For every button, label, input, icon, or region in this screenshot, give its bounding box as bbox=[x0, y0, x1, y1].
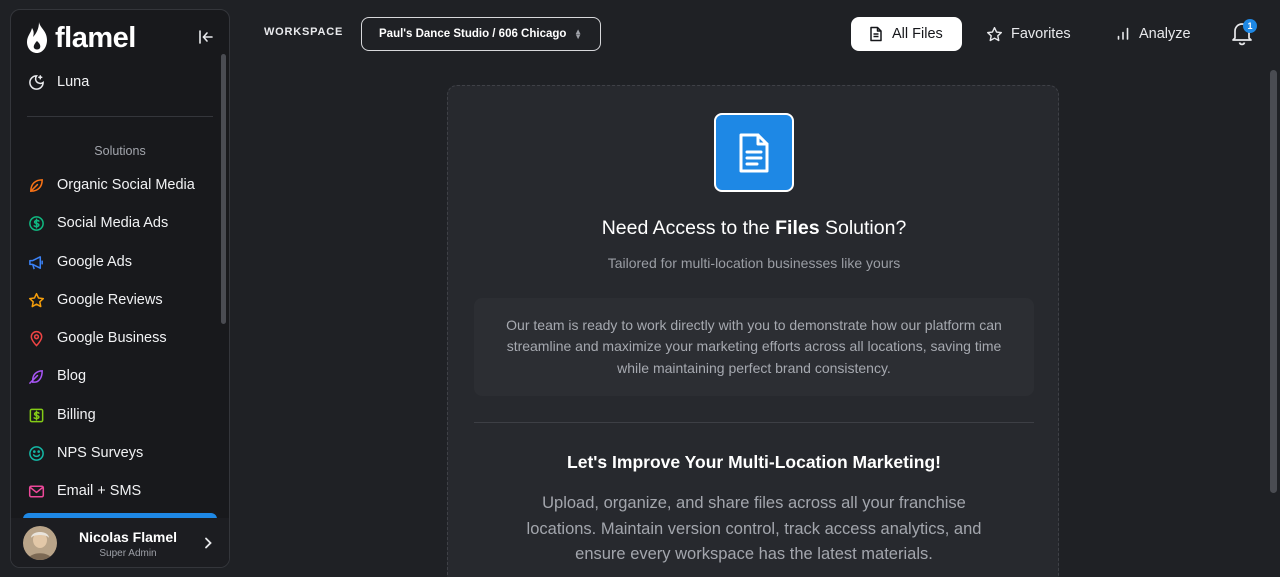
smile-icon bbox=[27, 444, 45, 462]
user-role: Super Admin bbox=[99, 548, 157, 559]
sidebar-item-google-reviews[interactable]: Google Reviews bbox=[27, 286, 217, 314]
sidebar-scrollbar[interactable] bbox=[221, 54, 226, 324]
sidebar-item-label: Blog bbox=[57, 368, 87, 384]
sidebar-item-label: Email + SMS bbox=[57, 483, 142, 499]
sidebar: flamel Luna Solutions Organic Social Med… bbox=[10, 9, 230, 568]
section-label-solutions: Solutions bbox=[94, 144, 146, 158]
app-root: flamel Luna Solutions Organic Social Med… bbox=[0, 0, 1280, 577]
sidebar-item-label: Google Reviews bbox=[57, 292, 163, 308]
sidebar-item-social-media-ads[interactable]: Social Media Ads bbox=[27, 209, 217, 237]
sidebar-item-label: NPS Surveys bbox=[57, 445, 144, 461]
sidebar-item-billing[interactable]: Billing bbox=[27, 401, 217, 429]
chevron-right-icon bbox=[205, 537, 212, 549]
workspace-value: Paul's Dance Studio / 606 Chicago bbox=[379, 28, 567, 40]
file-text-icon bbox=[870, 26, 882, 42]
card-divider bbox=[474, 422, 1034, 423]
workspace-select[interactable]: Paul's Dance Studio / 606 Chicago ▲ ▼ bbox=[361, 17, 601, 51]
sidebar-item-blog[interactable]: Blog bbox=[27, 362, 217, 390]
all-files-label: All Files bbox=[892, 26, 943, 42]
analyze-button[interactable]: Analyze bbox=[1106, 17, 1210, 51]
bar-chart-icon bbox=[1117, 27, 1129, 40]
collapse-sidebar-button[interactable] bbox=[195, 26, 217, 48]
sidebar-item-nps-surveys[interactable]: NPS Surveys bbox=[27, 439, 217, 467]
sidebar-item-google-business[interactable]: Google Business bbox=[27, 324, 217, 352]
sidebar-item-label: Organic Social Media bbox=[57, 177, 195, 193]
dollar-square-icon bbox=[27, 406, 45, 424]
sidebar-item-google-ads[interactable]: Google Ads bbox=[27, 248, 217, 276]
user-profile-card[interactable]: Nicolas Flamel Super Admin bbox=[11, 518, 229, 567]
cta-body: Upload, organize, and share files across… bbox=[526, 494, 982, 563]
info-box: Our team is ready to work directly with … bbox=[474, 298, 1034, 396]
sidebar-item-label: Google Business bbox=[57, 330, 167, 346]
user-name: Nicolas Flamel bbox=[78, 529, 178, 545]
page-scrollbar[interactable] bbox=[1270, 70, 1277, 493]
avatar bbox=[23, 526, 57, 560]
leaf-icon bbox=[27, 176, 45, 194]
file-text-icon bbox=[739, 133, 769, 172]
sidebar-item-label: Billing bbox=[57, 407, 96, 423]
access-request-card: Need Access to the Files Solution? Tailo… bbox=[447, 85, 1059, 577]
sidebar-item-email-sms[interactable]: Email + SMS bbox=[27, 477, 217, 505]
sidebar-item-label: Google Ads bbox=[57, 254, 132, 270]
star-icon bbox=[27, 291, 45, 309]
flame-logo-icon bbox=[27, 22, 47, 53]
card-headline: Need Access to the Files Solution? bbox=[601, 217, 907, 239]
moon-star-icon bbox=[27, 73, 45, 91]
notification-badge: 1 bbox=[1243, 19, 1257, 33]
star-icon bbox=[986, 26, 1003, 41]
collapse-left-icon bbox=[199, 30, 213, 44]
analyze-label: Analyze bbox=[1139, 26, 1191, 42]
files-solution-tile bbox=[714, 113, 794, 192]
sidebar-divider bbox=[27, 116, 213, 117]
favorites-button[interactable]: Favorites bbox=[978, 17, 1088, 51]
brand-logo[interactable]: flamel bbox=[25, 18, 215, 58]
sidebar-item-label: Luna bbox=[57, 74, 90, 90]
sidebar-nav: Luna Solutions Organic Social Media Soci… bbox=[11, 68, 229, 520]
sidebar-item-label: Social Media Ads bbox=[57, 215, 169, 231]
megaphone-icon bbox=[27, 253, 45, 271]
chevron-up-down-icon: ▲ ▼ bbox=[574, 27, 582, 41]
dollar-circle-icon bbox=[27, 214, 45, 232]
card-subline: Tailored for multi-location businesses l… bbox=[607, 255, 901, 271]
favorites-label: Favorites bbox=[1011, 26, 1071, 42]
map-pin-icon bbox=[27, 329, 45, 347]
sidebar-item-organic-social-media[interactable]: Organic Social Media bbox=[27, 171, 217, 199]
all-files-button[interactable]: All Files bbox=[851, 17, 962, 51]
brand-name: flamel bbox=[55, 21, 136, 54]
sidebar-item-luna[interactable]: Luna bbox=[27, 68, 217, 96]
feather-icon bbox=[27, 367, 45, 385]
workspace-label: WORKSPACE bbox=[264, 26, 344, 38]
cta-title: Let's Improve Your Multi-Location Market… bbox=[567, 452, 941, 472]
mail-icon bbox=[27, 482, 45, 500]
